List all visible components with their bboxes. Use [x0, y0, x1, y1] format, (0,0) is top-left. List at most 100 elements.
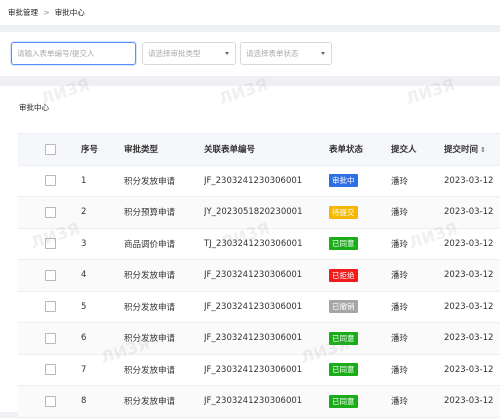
row-checkbox[interactable] [45, 175, 56, 187]
row-time: 2023-03-12 [444, 354, 500, 386]
row-checkbox[interactable] [45, 238, 56, 250]
row-status-cell: 已同意 [329, 322, 391, 355]
row-time: 2023-03-12 [444, 291, 500, 323]
row-time: 2023-03-12 [444, 228, 500, 260]
table-row[interactable]: 8 积分发放申请 JF_2303241230306001 已同意 潘玲 2023-03-1… [18, 385, 500, 418]
row-form-no: JF_2303241230306001 [204, 385, 329, 418]
breadcrumb-root[interactable]: 审批管理 [8, 7, 38, 18]
status-badge: 审批中 [329, 174, 358, 188]
search-input[interactable] [17, 49, 135, 58]
row-status-cell: 已同意 [329, 385, 391, 418]
row-type: 积分发放申请 [124, 259, 204, 292]
breadcrumb-current: 审批中心 [54, 8, 85, 17]
row-submitter: 潘玲 [391, 196, 444, 229]
table-row[interactable]: 6 积分发放申请 JF_2303241230306001 已同意 潘玲 2023-03-1… [18, 322, 500, 355]
row-select-cell [18, 165, 81, 197]
row-checkbox[interactable] [45, 395, 56, 407]
breadcrumb: 审批管理 > 审批中心 [0, 0, 500, 25]
filter-bar: 请选择审批类型 请选择表单状态 [0, 32, 500, 76]
approval-panel: 审批中心 序号 审批类型 关联表单编号 表单状态 提交人 提交时间 ⇕ 1 积分发放… [0, 75, 500, 418]
row-select-cell [18, 354, 81, 386]
search-field[interactable] [11, 42, 136, 65]
table-row[interactable]: 5 积分发放申请 JF_2303241230306001 已撤销 潘玲 2023-03-1… [18, 291, 500, 323]
row-index: 7 [81, 354, 124, 386]
row-submitter: 潘玲 [391, 259, 444, 292]
row-time: 2023-03-12 [444, 165, 500, 197]
row-form-no: JF_2303241230306001 [204, 322, 329, 355]
row-type: 积分发放申请 [124, 385, 204, 418]
row-form-no: TJ_2303241230306001 [204, 228, 329, 260]
breadcrumb-separator: > [43, 8, 50, 17]
row-index: 3 [81, 228, 124, 260]
column-time-label: 提交时间 [444, 145, 479, 156]
status-badge: 已拒绝 [329, 268, 358, 282]
row-type: 积分发放申请 [124, 165, 204, 197]
row-index: 1 [81, 165, 124, 197]
table-row[interactable]: 7 积分发放申请 JF_2303241230306001 已同意 潘玲 2023-03-1… [18, 354, 500, 386]
row-submitter: 潘玲 [391, 165, 444, 197]
row-status-cell: 已同意 [329, 228, 391, 260]
row-checkbox[interactable] [45, 206, 56, 218]
row-submitter: 潘玲 [391, 385, 444, 418]
form-status-placeholder: 请选择表单状态 [246, 49, 299, 58]
chevron-down-icon [321, 52, 325, 55]
watermark: ЛИЗЯ [216, 74, 271, 109]
chevron-down-icon [225, 52, 229, 55]
column-time[interactable]: 提交时间 ⇕ [444, 133, 500, 166]
row-submitter: 潘玲 [391, 354, 444, 386]
row-index: 4 [81, 259, 124, 292]
row-select-cell [18, 196, 81, 229]
row-index: 6 [81, 322, 124, 355]
row-submitter: 潘玲 [391, 228, 444, 260]
row-type: 积分发放申请 [124, 322, 204, 355]
table-header-row: 序号 审批类型 关联表单编号 表单状态 提交人 提交时间 ⇕ [18, 133, 500, 166]
column-status: 表单状态 [329, 133, 391, 166]
row-form-no: JF_2303241230306001 [204, 165, 329, 197]
row-select-cell [18, 259, 81, 292]
select-all-checkbox[interactable] [45, 143, 56, 155]
status-badge: 已同意 [329, 237, 358, 251]
table-row[interactable]: 2 积分预算申请 JY_2023051820230001 待提交 潘玲 2023-03-1… [18, 196, 500, 229]
row-submitter: 潘玲 [391, 291, 444, 323]
row-checkbox[interactable] [45, 332, 56, 344]
row-time: 2023-03-12 [444, 196, 500, 229]
approval-table: 序号 审批类型 关联表单编号 表单状态 提交人 提交时间 ⇕ 1 积分发放申请 JF_… [18, 133, 500, 418]
row-time: 2023-03-12 [444, 259, 500, 292]
row-time: 2023-03-12 [444, 322, 500, 355]
status-badge: 待提交 [329, 205, 358, 219]
row-submitter: 潘玲 [391, 322, 444, 355]
row-type: 积分预算申请 [124, 196, 204, 229]
column-form-no: 关联表单编号 [204, 133, 329, 166]
table-row[interactable]: 1 积分发放申请 JF_2303241230306001 审批中 潘玲 2023-03-1… [18, 165, 500, 197]
column-type: 审批类型 [124, 133, 204, 166]
row-index: 5 [81, 291, 124, 323]
column-index: 序号 [81, 133, 124, 166]
watermark: ЛИЗЯ [403, 74, 458, 109]
row-checkbox[interactable] [45, 269, 56, 281]
status-badge: 已同意 [329, 363, 358, 377]
approval-type-select[interactable]: 请选择审批类型 [142, 42, 236, 65]
row-status-cell: 已同意 [329, 354, 391, 386]
row-type: 商品调价申请 [124, 228, 204, 260]
table-row[interactable]: 3 商品调价申请 TJ_2303241230306001 已同意 潘玲 2023-03-1… [18, 228, 500, 260]
column-submitter: 提交人 [391, 133, 444, 166]
row-checkbox[interactable] [45, 364, 56, 376]
row-index: 2 [81, 196, 124, 229]
row-select-cell [18, 322, 81, 355]
row-type: 积分发放申请 [124, 291, 204, 323]
status-badge: 已撤销 [329, 300, 358, 314]
row-type: 积分发放申请 [124, 354, 204, 386]
row-form-no: JF_2303241230306001 [204, 291, 329, 323]
row-select-cell [18, 291, 81, 323]
panel-title: 审批中心 [19, 103, 49, 112]
row-form-no: JF_2303241230306001 [204, 259, 329, 292]
status-badge: 已同意 [329, 394, 358, 408]
table-row[interactable]: 4 积分发放申请 JF_2303241230306001 已拒绝 潘玲 2023-03-1… [18, 259, 500, 292]
row-select-cell [18, 385, 81, 418]
row-checkbox[interactable] [45, 301, 56, 313]
row-status-cell: 待提交 [329, 196, 391, 229]
sort-icon[interactable]: ⇕ [480, 146, 486, 154]
row-time: 2023-03-12 [444, 385, 500, 418]
form-status-select[interactable]: 请选择表单状态 [240, 42, 332, 65]
row-status-cell: 已拒绝 [329, 259, 391, 292]
